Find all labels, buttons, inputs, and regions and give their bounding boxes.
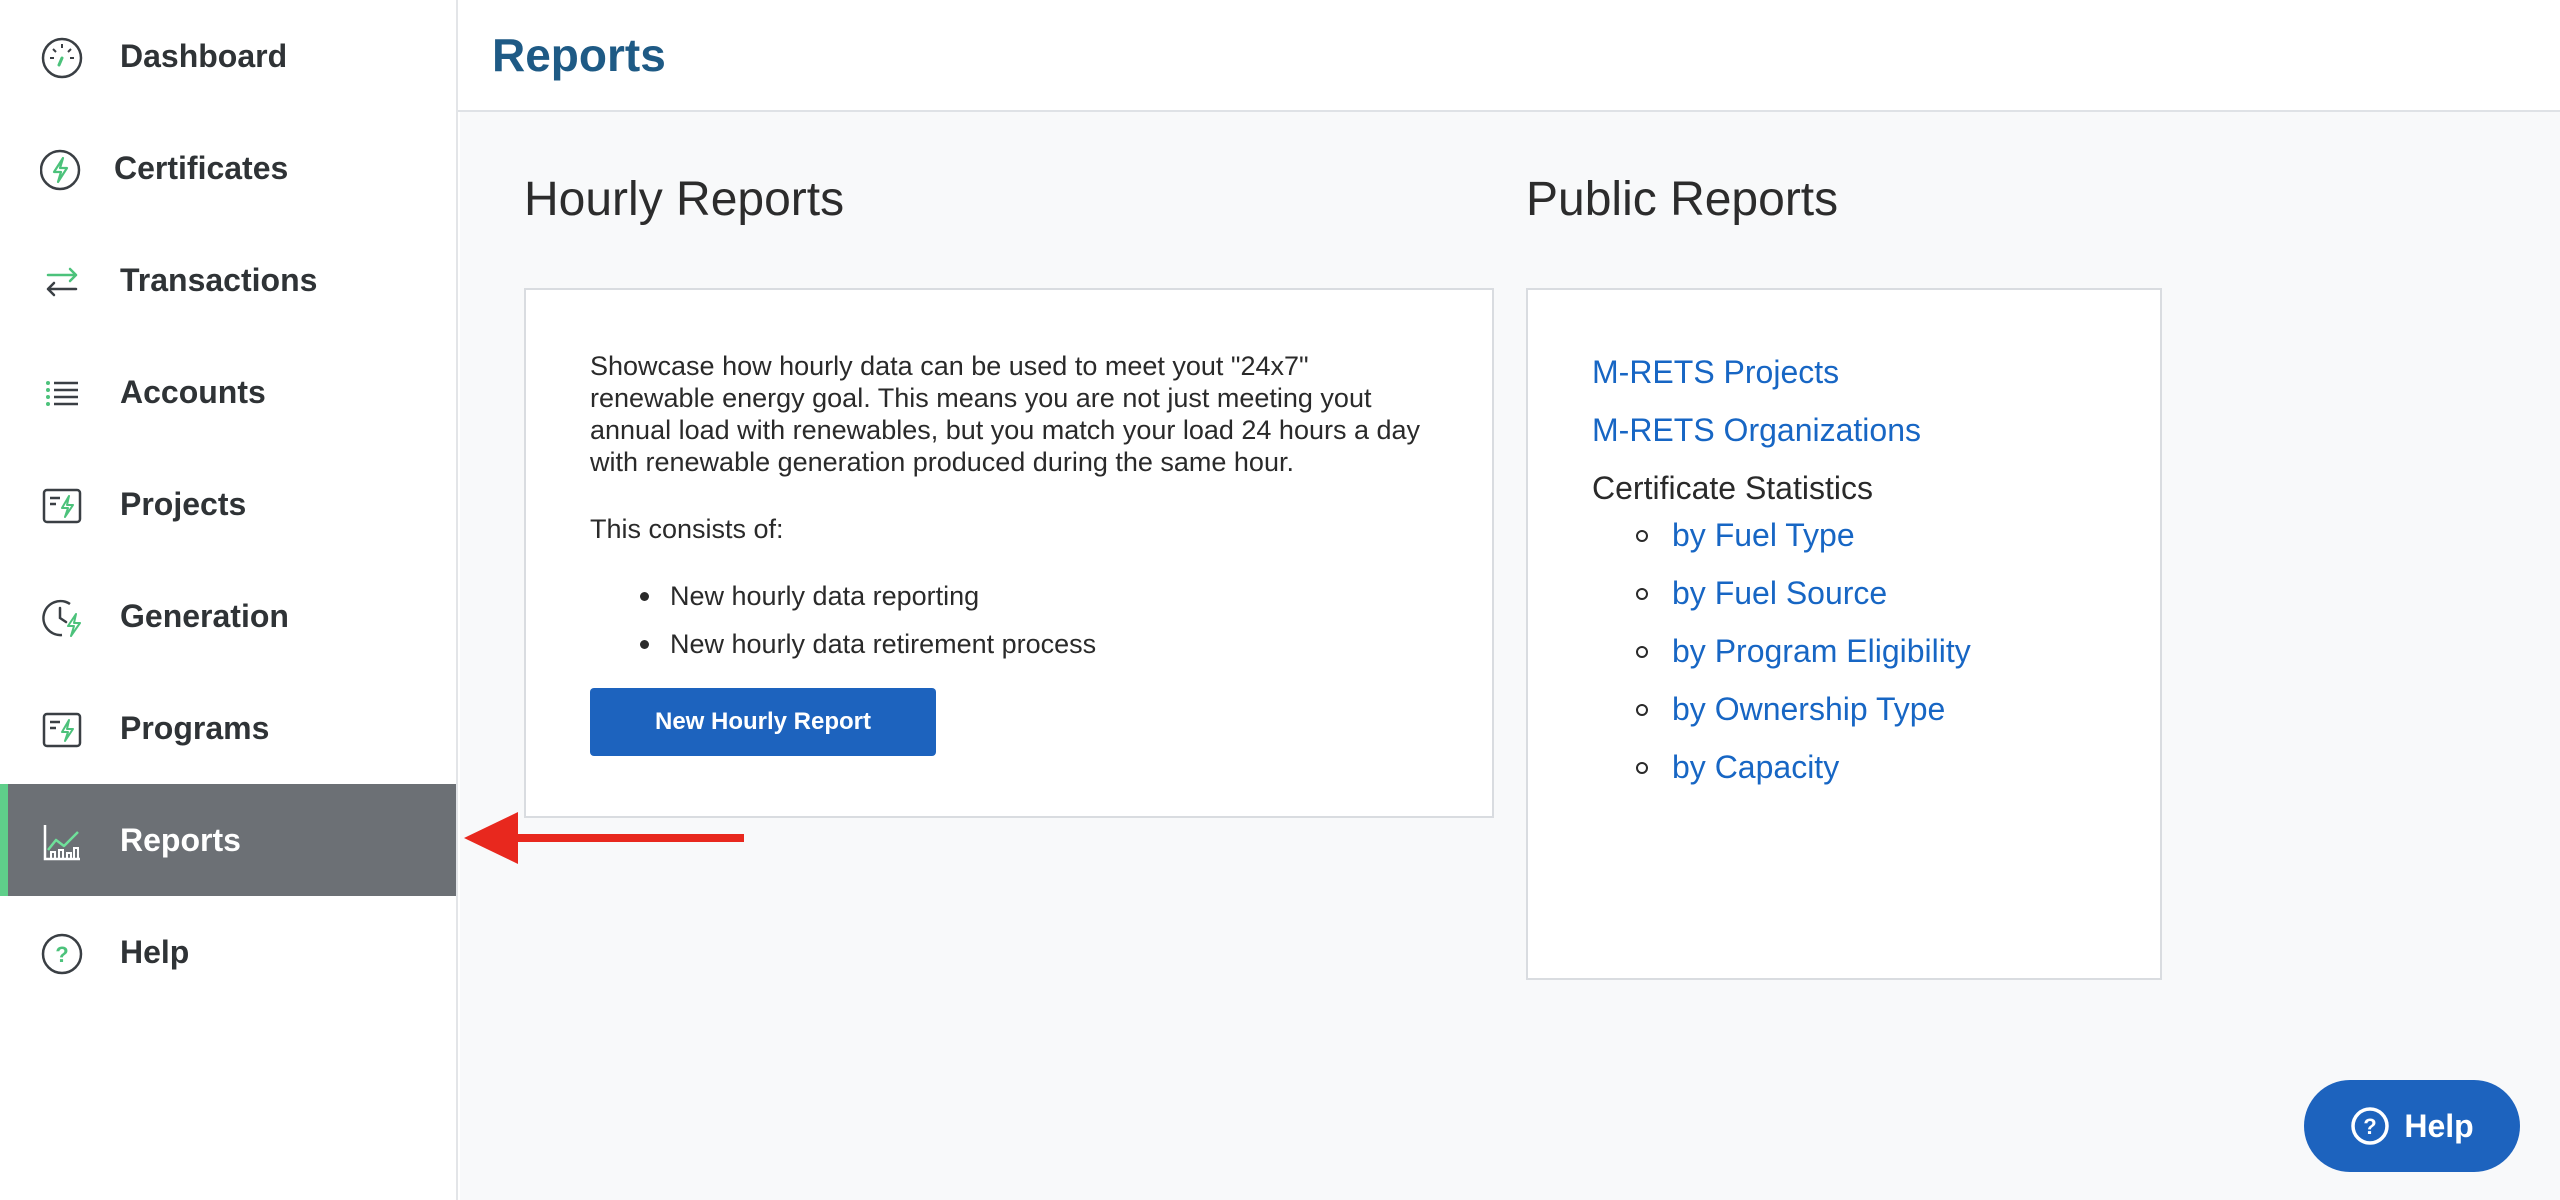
list-icon (46, 381, 78, 406)
certificate-bolt-icon (40, 149, 81, 191)
list-item-text: New hourly data reporting (670, 581, 980, 611)
main-content: Hourly Reports Public Reports Showcase h… (460, 112, 2560, 1200)
list-item: New hourly data reporting (590, 572, 1096, 620)
bullet-icon (1636, 646, 1648, 658)
list-item: by Program Eligibility (1636, 622, 1971, 680)
hourly-reports-heading: Hourly Reports (524, 173, 845, 226)
sidebar-item-label: Help (120, 934, 190, 970)
bullet-icon (1636, 588, 1648, 600)
sidebar-item-transactions[interactable]: Transactions (0, 224, 456, 336)
help-button-label: Help (2404, 1107, 2474, 1144)
sidebar-item-projects[interactable]: Projects (0, 448, 456, 560)
dashboard-gauge-icon (41, 37, 83, 79)
sidebar-item-dashboard[interactable]: Dashboard (0, 0, 456, 112)
project-card-icon (42, 488, 82, 524)
help-floating-button[interactable]: ? Help (2304, 1080, 2520, 1172)
page-header: Reports (458, 0, 2560, 112)
sidebar-item-label: Generation (120, 598, 289, 634)
by-program-eligibility-link[interactable]: by Program Eligibility (1672, 633, 1971, 669)
bullet-icon (640, 592, 649, 601)
svg-text:?: ? (55, 942, 68, 967)
sidebar-item-certificates[interactable]: Certificates (0, 112, 456, 224)
mrets-projects-link[interactable]: M-RETS Projects (1592, 354, 1839, 391)
question-circle-icon: ? (2351, 1107, 2390, 1145)
sidebar-item-label: Certificates (114, 150, 289, 186)
by-fuel-source-link[interactable]: by Fuel Source (1672, 575, 1887, 611)
sidebar-item-reports[interactable]: Reports (0, 784, 456, 896)
public-reports-heading: Public Reports (1526, 173, 1839, 226)
clock-bolt-icon (42, 599, 81, 637)
by-ownership-type-link[interactable]: by Ownership Type (1672, 691, 1945, 727)
hourly-description: Showcase how hourly data can be used to … (590, 351, 1421, 477)
annotation-arrow-icon (464, 812, 744, 864)
hourly-reports-card: Showcase how hourly data can be used to … (524, 288, 1494, 818)
list-item: by Fuel Type (1636, 506, 1971, 564)
chart-icon (43, 825, 80, 861)
bullet-icon (640, 640, 649, 649)
list-item: by Capacity (1636, 738, 1971, 796)
list-item: by Fuel Source (1636, 564, 1971, 622)
bullet-icon (1636, 530, 1648, 542)
bullet-icon (1636, 762, 1648, 774)
mrets-organizations-link[interactable]: M-RETS Organizations (1592, 412, 1921, 449)
program-card-icon (42, 712, 82, 748)
hourly-features-list: New hourly data reporting New hourly dat… (590, 572, 1096, 668)
svg-text:?: ? (2364, 1114, 2377, 1139)
sidebar-item-help[interactable]: ? Help (0, 896, 456, 1008)
transfer-arrows-icon (46, 267, 78, 297)
by-fuel-type-link[interactable]: by Fuel Type (1672, 517, 1855, 553)
bullet-icon (1636, 704, 1648, 716)
list-item: by Ownership Type (1636, 680, 1971, 738)
consists-label: This consists of: (590, 514, 784, 544)
sidebar-item-generation[interactable]: Generation (0, 560, 456, 672)
sidebar-item-label: Accounts (120, 374, 266, 410)
question-circle-icon: ? (41, 933, 83, 975)
list-item-text: New hourly data retirement process (670, 629, 1097, 659)
page-title: Reports (492, 29, 666, 81)
certificate-statistics-heading: Certificate Statistics (1592, 470, 1873, 506)
new-hourly-report-button[interactable]: New Hourly Report (590, 688, 936, 756)
certificate-statistics-list: by Fuel Type by Fuel Source by Program E… (1636, 506, 1971, 796)
sidebar: Dashboard Certificates Transactions Acco… (0, 0, 458, 1200)
list-item: New hourly data retirement process (590, 620, 1096, 668)
public-reports-card: M-RETS Projects M-RETS Organizations Cer… (1526, 288, 2162, 980)
sidebar-item-label: Programs (120, 710, 270, 746)
sidebar-item-programs[interactable]: Programs (0, 672, 456, 784)
sidebar-item-label: Reports (120, 822, 241, 858)
sidebar-item-accounts[interactable]: Accounts (0, 336, 456, 448)
sidebar-item-label: Dashboard (120, 38, 288, 74)
by-capacity-link[interactable]: by Capacity (1672, 749, 1839, 785)
sidebar-item-label: Projects (120, 486, 247, 522)
sidebar-item-label: Transactions (120, 262, 318, 298)
